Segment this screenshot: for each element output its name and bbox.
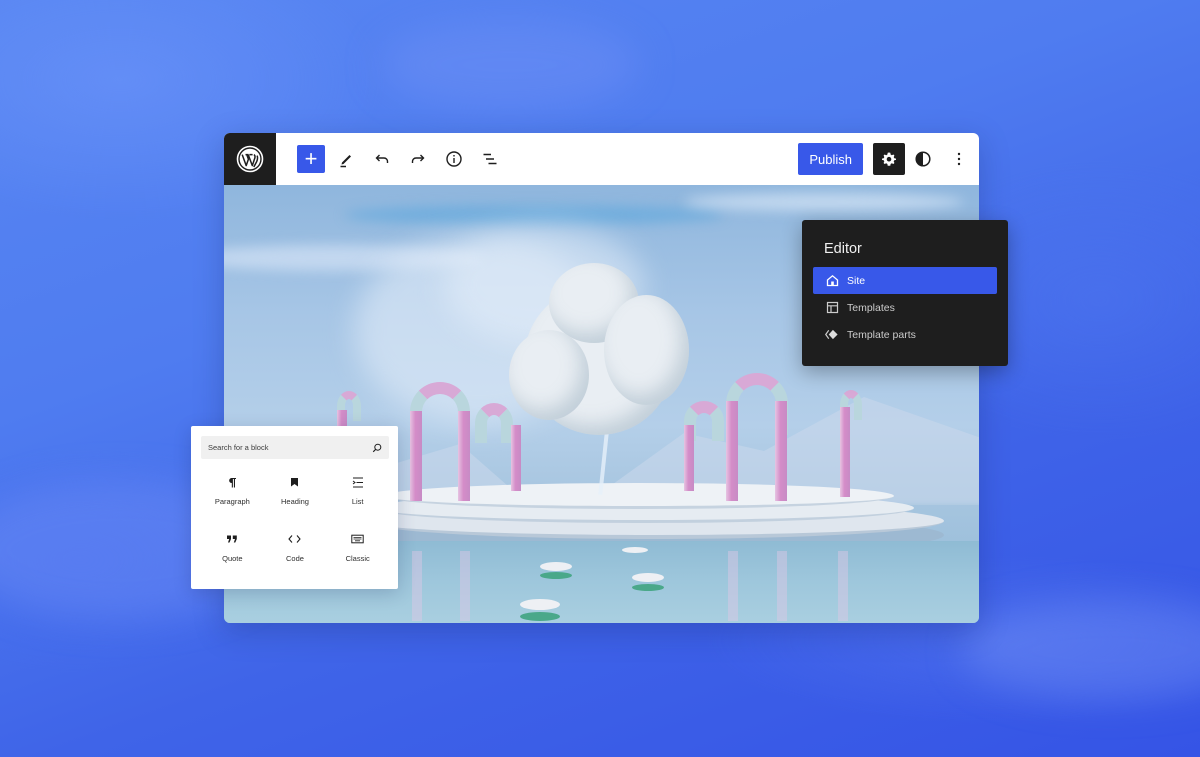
home-icon	[825, 274, 839, 288]
menu-item-label: Template parts	[847, 328, 916, 341]
more-options-button[interactable]	[941, 141, 977, 177]
undo-button[interactable]	[364, 141, 400, 177]
list-icon	[352, 474, 364, 490]
wordpress-logo[interactable]	[224, 133, 276, 185]
sky-streak	[344, 205, 724, 225]
block-list[interactable]: List	[326, 474, 389, 510]
pillar-reflection	[412, 551, 422, 621]
search-icon[interactable]	[372, 443, 382, 453]
symbol-filled-icon	[825, 328, 839, 342]
gear-icon	[882, 152, 896, 166]
cloud-tree	[509, 330, 589, 420]
redo-icon	[411, 154, 425, 163]
details-button[interactable]	[436, 141, 472, 177]
block-label: Code	[286, 554, 304, 563]
styles-button[interactable]	[905, 141, 941, 177]
stepping-stone	[520, 599, 560, 610]
pencil-icon	[340, 155, 351, 168]
block-inserter-panel: Paragraph Heading List Quote Code	[191, 426, 398, 589]
pillar	[775, 401, 787, 501]
quote-icon	[226, 531, 238, 547]
pillar-reflection	[838, 551, 848, 621]
sky-streak	[684, 193, 964, 211]
menu-item-label: Templates	[847, 301, 895, 314]
block-label: Heading	[281, 497, 309, 506]
undo-icon	[375, 154, 389, 163]
contrast-icon	[915, 151, 931, 167]
block-label: Paragraph	[214, 497, 250, 506]
background-cloud	[380, 20, 640, 110]
paragraph-icon	[227, 474, 237, 490]
code-icon	[288, 531, 302, 547]
block-label: Quote	[222, 554, 243, 563]
block-grid: Paragraph Heading List Quote Code Classi…	[201, 474, 389, 567]
pillar	[458, 411, 470, 501]
stepping-stone	[632, 573, 664, 582]
block-code[interactable]: Code	[264, 531, 327, 567]
editor-navigation-panel: Editor Site Templates Template parts	[802, 220, 1008, 366]
menu-item-templates[interactable]: Templates	[813, 294, 997, 321]
block-heading[interactable]: Heading	[264, 474, 327, 510]
block-search[interactable]	[201, 436, 389, 459]
edit-tool-button[interactable]	[328, 141, 364, 177]
block-label: List	[351, 497, 364, 506]
stepping-stone	[520, 612, 560, 621]
stepping-stone	[622, 547, 648, 553]
editor-toolbar: + Publish	[224, 133, 979, 185]
editor-menu-title: Editor	[824, 241, 862, 257]
block-classic[interactable]: Classic	[326, 531, 389, 567]
block-search-input[interactable]	[208, 443, 372, 452]
menu-item-site[interactable]: Site	[813, 267, 997, 294]
pillar	[410, 411, 422, 501]
pillar-reflection	[777, 551, 787, 621]
layout-icon	[825, 301, 839, 315]
list-view-icon	[483, 153, 497, 165]
keyboard-icon	[351, 531, 364, 547]
redo-button[interactable]	[400, 141, 436, 177]
cloud-tree	[604, 295, 689, 405]
pillar-reflection	[460, 551, 470, 621]
pillar	[684, 425, 694, 491]
stepping-stone	[540, 562, 572, 571]
arch	[475, 403, 513, 443]
stepping-stone	[540, 572, 572, 579]
list-view-button[interactable]	[472, 141, 508, 177]
stepping-stone	[632, 584, 664, 591]
background-cloud	[960, 600, 1200, 700]
more-vertical-icon	[957, 152, 961, 166]
add-block-button[interactable]: +	[297, 145, 325, 173]
publish-button[interactable]: Publish	[798, 143, 863, 175]
pillar	[511, 425, 521, 491]
menu-item-template-parts[interactable]: Template parts	[813, 321, 997, 348]
block-quote[interactable]: Quote	[201, 531, 264, 567]
bookmark-icon	[290, 474, 299, 490]
settings-button[interactable]	[873, 143, 905, 175]
info-icon	[446, 151, 462, 167]
wordpress-icon	[236, 145, 264, 173]
pillar	[726, 401, 738, 501]
pillar-reflection	[728, 551, 738, 621]
block-label: Classic	[345, 554, 370, 563]
menu-item-label: Site	[847, 274, 866, 287]
pillar	[840, 407, 850, 497]
block-paragraph[interactable]: Paragraph	[201, 474, 264, 510]
